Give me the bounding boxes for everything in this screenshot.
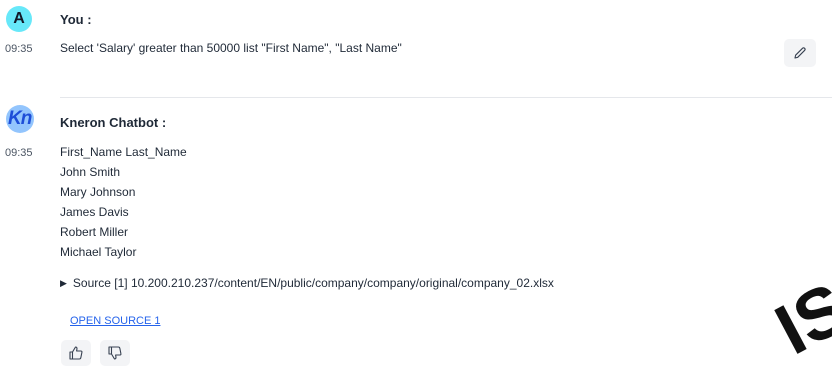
bot-sender-label: Kneron Chatbot : — [60, 115, 167, 130]
result-line: First_Name Last_Name — [60, 145, 187, 159]
result-line: Robert Miller — [60, 225, 129, 239]
result-line: John Smith — [60, 165, 121, 179]
user-message-time: 09:35 — [5, 43, 33, 55]
result-line: James Davis — [60, 205, 129, 219]
user-avatar-letter: A — [13, 10, 25, 27]
bot-message-time: 09:35 — [5, 147, 33, 159]
pencil-icon — [794, 47, 806, 59]
source-details-toggle[interactable]: ▶ Source [1] 10.200.210.237/content/EN/pu… — [60, 276, 554, 290]
thumbs-up-icon — [69, 346, 83, 360]
result-line: Michael Taylor — [60, 245, 137, 259]
edit-message-button[interactable] — [784, 39, 816, 67]
bot-avatar: Kn — [6, 105, 34, 133]
user-message: A 09:35 You : Select 'Salary' greater th… — [0, 0, 832, 97]
thumbs-down-button[interactable] — [100, 340, 130, 366]
thumbs-up-button[interactable] — [61, 340, 91, 366]
open-source-link[interactable]: OPEN SOURCE 1 — [70, 315, 160, 327]
result-line: Mary Johnson — [60, 185, 136, 199]
thumbs-down-icon — [108, 346, 122, 360]
bot-avatar-logo: Kn — [8, 108, 32, 129]
source-summary: Source [1] 10.200.210.237/content/EN/pub… — [72, 276, 554, 290]
triangle-right-icon: ▶ — [60, 278, 67, 288]
bot-message-text: First_Name Last_Name John Smith Mary Joh… — [60, 142, 187, 262]
user-message-text: Select 'Salary' greater than 50000 list … — [60, 41, 402, 55]
user-avatar: A — [6, 6, 32, 32]
user-sender-label: You : — [60, 12, 92, 27]
